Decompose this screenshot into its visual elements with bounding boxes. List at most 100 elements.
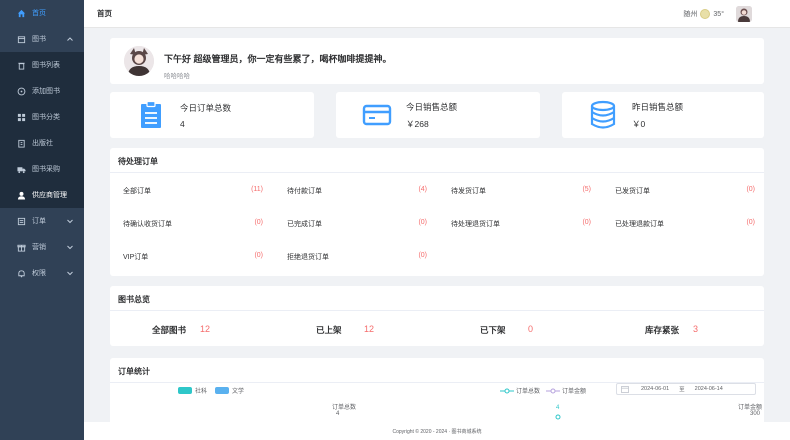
welcome-avatar [124, 46, 154, 76]
date-end[interactable]: 2024-06-14 [695, 386, 723, 392]
order-count: (5) [582, 186, 591, 193]
sidebar-item-books[interactable]: 图书 [0, 26, 84, 52]
sidebar: 首页 图书 图书列表 添加图书 图书分类 出版社 图书采购 供应商管理 订单 营… [0, 0, 84, 440]
calendar-icon [621, 386, 629, 393]
book-icon [16, 34, 26, 44]
date-range-picker[interactable]: 2024-06-01 至 2024-06-14 [616, 383, 756, 395]
sidebar-item-book-category[interactable]: 图书分类 [0, 104, 84, 130]
order-item-refund-processed[interactable]: 已处理退款订单 (0) [615, 219, 777, 233]
sidebar-item-label: 图书分类 [32, 114, 60, 121]
sidebar-item-marketing[interactable]: 营销 [0, 234, 84, 260]
avatar-image-icon [736, 6, 752, 22]
book-stat-label: 已下架 [480, 325, 506, 335]
line-legend: 订单总数 订单金额 [500, 386, 586, 395]
sidebar-item-label: 营销 [32, 244, 46, 251]
user-avatar[interactable] [736, 6, 752, 22]
sidebar-item-permissions[interactable]: 权限 [0, 260, 84, 286]
order-item-vip[interactable]: VIP订单 (0) [123, 252, 285, 266]
trash-icon [16, 60, 26, 70]
plus-circle-icon [16, 86, 26, 96]
stat-value: ￥268 [406, 118, 429, 129]
order-item-completed[interactable]: 已完成订单 (0) [287, 219, 449, 233]
book-stat-all: 全部图书 12 [152, 324, 210, 336]
date-start[interactable]: 2024-06-01 [641, 386, 669, 392]
order-label: VIP订单 [123, 254, 149, 261]
sidebar-item-add-book[interactable]: 添加图书 [0, 78, 84, 104]
book-stat-listed: 已上架 12 [316, 324, 374, 336]
chart-peak-point[interactable] [554, 413, 562, 421]
order-count: (0) [582, 219, 591, 226]
sidebar-item-home[interactable]: 首页 [0, 0, 84, 26]
sidebar-item-label: 图书列表 [32, 62, 60, 69]
book-stat-value: 3 [693, 324, 699, 334]
pending-orders-card: 待处理订单 全部订单 (11) 待付款订单 (4) 待发货订单 (5) 已发货订单 (0… [110, 148, 764, 276]
order-item-to-ship[interactable]: 待发货订单 (5) [451, 186, 613, 200]
book-stat-label: 全部图书 [152, 325, 187, 335]
sidebar-item-label: 添加图书 [32, 88, 60, 95]
grid-icon [16, 112, 26, 122]
order-label: 待确认收货订单 [123, 221, 172, 228]
legend-label[interactable]: 社科 [195, 386, 207, 395]
book-stat-delisted: 已下架 0 [480, 324, 533, 336]
order-item-all[interactable]: 全部订单 (11) [123, 186, 285, 200]
legend-label[interactable]: 订单总数 [516, 386, 540, 395]
weather-sun-icon [700, 9, 711, 19]
welcome-subtitle: 哈哈哈哈 [164, 73, 190, 80]
order-count: (0) [746, 186, 755, 193]
order-label: 已处理退款订单 [615, 221, 664, 228]
legend-line-marker-icon [500, 388, 514, 393]
sidebar-item-label: 首页 [32, 10, 46, 17]
order-item-return-rejected[interactable]: 拒绝退货订单 (0) [287, 252, 449, 266]
order-count: (0) [254, 219, 263, 226]
book-stat-label: 已上架 [316, 325, 342, 335]
truck-icon [16, 164, 26, 174]
sidebar-item-purchase[interactable]: 图书采购 [0, 156, 84, 182]
order-count: (0) [418, 252, 427, 259]
main-content: 下午好 超级管理员，你一定有些累了，喝杯咖啡提提神。 哈哈哈哈 今日订单总数 4… [84, 28, 790, 440]
order-count: (0) [418, 219, 427, 226]
chevron-down-icon [67, 271, 73, 276]
sidebar-item-label: 图书采购 [32, 166, 60, 173]
sidebar-item-label: 权限 [32, 270, 46, 277]
sidebar-item-supplier[interactable]: 供应商管理 [0, 182, 84, 208]
stat-card-today-orders: 今日订单总数 4 [110, 92, 314, 138]
sidebar-item-book-list[interactable]: 图书列表 [0, 52, 84, 78]
temperature-label: 35° [713, 10, 724, 18]
order-label: 待发货订单 [451, 188, 486, 195]
sidebar-item-publisher[interactable]: 出版社 [0, 130, 84, 156]
books-overview-card: 图书总览 全部图书 12 已上架 12 已下架 0 库存紧张 3 [110, 286, 764, 346]
welcome-card: 下午好 超级管理员，你一定有些累了，喝杯咖啡提提神。 哈哈哈哈 [110, 38, 764, 84]
order-item-return-pending[interactable]: 待处理退货订单 (0) [451, 219, 613, 233]
y-axis-left-max: 4 [336, 411, 340, 417]
book-stat-value: 0 [528, 324, 534, 334]
book-stat-value: 12 [200, 324, 211, 334]
order-count: (0) [746, 219, 755, 226]
welcome-greeting: 下午好 超级管理员，你一定有些累了，喝杯咖啡提提神。 [164, 54, 392, 64]
city-label: 随州 [683, 11, 698, 18]
order-label: 已发货订单 [615, 188, 650, 195]
stat-label: 昨日销售总额 [632, 101, 684, 112]
order-item-unpaid[interactable]: 待付款订单 (4) [287, 186, 449, 200]
bell-icon [16, 268, 26, 278]
legend-swatch [215, 387, 230, 394]
order-item-to-confirm[interactable]: 待确认收货订单 (0) [123, 219, 285, 233]
book-stat-value: 12 [364, 324, 375, 334]
sidebar-item-label: 供应商管理 [32, 192, 67, 199]
order-count: (11) [251, 186, 263, 193]
divider [110, 310, 764, 311]
order-label: 已完成订单 [287, 221, 322, 228]
copyright-text: Copyright © 2020 - 2024 · 图书商城系统 [392, 428, 482, 435]
breadcrumb[interactable]: 首页 [97, 8, 112, 19]
sidebar-item-orders[interactable]: 订单 [0, 208, 84, 234]
order-count: (4) [418, 186, 427, 193]
gift-icon [16, 242, 26, 252]
legend-label[interactable]: 订单金额 [562, 386, 586, 395]
stat-card-today-sales: 今日销售总额 ￥268 [336, 92, 540, 138]
section-title: 订单统计 [118, 367, 150, 376]
order-label: 全部订单 [123, 188, 151, 195]
order-item-shipped[interactable]: 已发货订单 (0) [615, 186, 777, 200]
building-icon [16, 138, 26, 148]
database-icon [590, 100, 616, 129]
list-icon [16, 216, 26, 226]
legend-label[interactable]: 文学 [232, 386, 244, 395]
